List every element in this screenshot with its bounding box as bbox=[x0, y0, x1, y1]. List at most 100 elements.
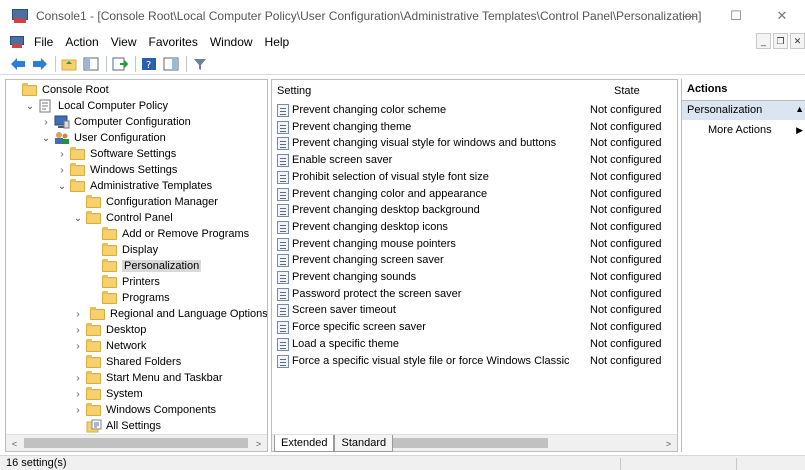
folder-icon bbox=[102, 259, 118, 273]
console-menu-icon[interactable] bbox=[10, 36, 24, 48]
menu-action[interactable]: Action bbox=[59, 35, 104, 49]
setting-state: Not configured bbox=[590, 287, 662, 300]
tree-item[interactable]: Add or Remove Programs bbox=[88, 226, 249, 242]
minimize-button[interactable]: — bbox=[667, 0, 713, 31]
setting-row[interactable]: Prevent changing visual style for window… bbox=[272, 136, 677, 152]
folder-icon bbox=[70, 179, 86, 193]
tree-scroll-thumb[interactable] bbox=[24, 438, 248, 448]
tree-item-label: Configuration Manager bbox=[106, 196, 218, 208]
show-action-pane-icon[interactable] bbox=[161, 55, 181, 73]
tree-item[interactable]: ⌄ User Configuration bbox=[40, 130, 166, 146]
export-list-icon[interactable] bbox=[110, 55, 130, 73]
expand-chevron-right-icon[interactable]: › bbox=[72, 404, 84, 416]
tree-item[interactable]: › System bbox=[72, 386, 143, 402]
tab-extended[interactable]: Extended bbox=[274, 435, 335, 452]
tree-item[interactable]: Configuration Manager bbox=[72, 194, 218, 210]
tree-item[interactable]: Display bbox=[88, 242, 158, 258]
tree-item[interactable]: ⌄ Control Panel bbox=[72, 210, 173, 226]
collapse-up-icon[interactable]: ▲ bbox=[795, 104, 804, 114]
mmc-app-icon bbox=[12, 8, 28, 23]
menu-file[interactable]: File bbox=[28, 35, 59, 49]
tree-item[interactable]: Personalization bbox=[88, 258, 202, 274]
menu-view[interactable]: View bbox=[105, 35, 143, 49]
setting-row[interactable]: Prevent changing sounds Not configured bbox=[272, 270, 677, 286]
column-header-setting[interactable]: Setting bbox=[277, 85, 311, 97]
setting-row[interactable]: Prevent changing theme Not configured bbox=[272, 120, 677, 136]
tree-item[interactable]: › Windows Settings bbox=[56, 162, 177, 178]
tree-item[interactable]: Shared Folders bbox=[72, 354, 181, 370]
menu-help[interactable]: Help bbox=[259, 35, 296, 49]
policy-setting-icon bbox=[277, 154, 289, 168]
tree-item[interactable]: › Software Settings bbox=[56, 146, 176, 162]
tree-horizontal-scrollbar[interactable]: < > bbox=[6, 434, 267, 451]
filter-icon[interactable] bbox=[190, 55, 210, 73]
tree-item[interactable]: Programs bbox=[88, 290, 170, 306]
menu-favorites[interactable]: Favorites bbox=[143, 35, 204, 49]
settings-list[interactable]: Setting State Prevent changing color sch… bbox=[271, 79, 678, 452]
setting-row[interactable]: Force specific screen saver Not configure… bbox=[272, 320, 677, 336]
tree-item[interactable]: ⌄ Local Computer Policy bbox=[24, 98, 168, 114]
toolbar-separator bbox=[186, 55, 187, 72]
setting-row[interactable]: Force a specific visual style file or fo… bbox=[272, 354, 677, 370]
scroll-right-icon[interactable]: > bbox=[250, 435, 267, 451]
setting-row[interactable]: Prevent changing screen saver Not configu… bbox=[272, 253, 677, 269]
expand-chevron-down-icon[interactable]: ⌄ bbox=[72, 212, 84, 224]
tree-item[interactable]: All Settings bbox=[72, 418, 161, 434]
expand-chevron-right-icon[interactable]: › bbox=[72, 372, 84, 384]
setting-name: Prevent changing mouse pointers bbox=[292, 237, 456, 250]
mdi-close-button[interactable]: ✕ bbox=[790, 33, 805, 49]
setting-row[interactable]: Prevent changing mouse pointers Not confi… bbox=[272, 237, 677, 253]
tree-item[interactable]: › Windows Components bbox=[72, 402, 216, 418]
setting-state: Not configured bbox=[590, 254, 662, 267]
expand-chevron-right-icon[interactable]: › bbox=[72, 324, 84, 336]
scroll-left-icon[interactable]: < bbox=[6, 435, 23, 451]
expand-chevron-down-icon[interactable]: ⌄ bbox=[24, 100, 36, 112]
actions-section-personalization[interactable]: Personalization ▲ bbox=[682, 101, 805, 120]
tree-item[interactable]: › Regional and Language Options bbox=[72, 306, 267, 322]
tree-item[interactable]: Printers bbox=[88, 274, 160, 290]
tab-standard[interactable]: Standard bbox=[334, 435, 394, 452]
actions-pane: Actions Personalization ▲ More Actions ▶ bbox=[681, 79, 805, 452]
expand-chevron-down-icon[interactable]: ⌄ bbox=[56, 180, 68, 192]
close-button[interactable]: ✕ bbox=[759, 0, 805, 31]
console-tree[interactable]: Console Root ⌄ Local Computer Policy › Compu… bbox=[5, 79, 268, 452]
tree-item[interactable]: › Network bbox=[72, 338, 146, 354]
mdi-restore-button[interactable]: ❐ bbox=[773, 33, 788, 49]
tree-item[interactable]: › Desktop bbox=[72, 322, 146, 338]
policy-setting-icon bbox=[277, 170, 289, 184]
expand-chevron-right-icon[interactable]: › bbox=[72, 388, 84, 400]
back-arrow-icon[interactable] bbox=[8, 55, 28, 73]
expand-chevron-right-icon[interactable]: › bbox=[72, 340, 84, 352]
setting-row[interactable]: Prevent changing color and appearance Not… bbox=[272, 187, 677, 203]
status-bar: 16 setting(s) bbox=[0, 455, 805, 470]
maximize-button[interactable]: ☐ bbox=[713, 0, 759, 31]
setting-row[interactable]: Enable screen saver Not configured bbox=[272, 153, 677, 169]
help-icon[interactable]: ? bbox=[139, 55, 159, 73]
users-icon bbox=[54, 131, 70, 145]
mdi-minimize-button[interactable]: _ bbox=[756, 33, 771, 49]
setting-row[interactable]: Prevent changing desktop background Not c… bbox=[272, 203, 677, 219]
setting-row[interactable]: Prevent changing desktop icons Not config… bbox=[272, 220, 677, 236]
show-hide-tree-icon[interactable] bbox=[81, 55, 101, 73]
setting-row[interactable]: Prohibit selection of visual style font … bbox=[272, 170, 677, 186]
tree-item[interactable]: Console Root bbox=[8, 82, 109, 98]
setting-row[interactable]: Screen saver timeout Not configured bbox=[272, 303, 677, 319]
folder-icon bbox=[70, 163, 86, 177]
expand-chevron-right-icon[interactable]: › bbox=[56, 148, 68, 160]
tree-item[interactable]: ⌄ Administrative Templates bbox=[56, 178, 212, 194]
up-folder-icon[interactable] bbox=[59, 55, 79, 73]
column-header-state[interactable]: State bbox=[614, 85, 640, 97]
expand-chevron-down-icon[interactable]: ⌄ bbox=[40, 132, 52, 144]
tree-item[interactable]: › Start Menu and Taskbar bbox=[72, 370, 223, 386]
expand-chevron-right-icon[interactable]: › bbox=[56, 164, 68, 176]
setting-row[interactable]: Password protect the screen saver Not con… bbox=[272, 287, 677, 303]
forward-arrow-icon[interactable] bbox=[30, 55, 50, 73]
menu-window[interactable]: Window bbox=[204, 35, 259, 49]
expand-chevron-right-icon[interactable]: › bbox=[72, 308, 84, 320]
more-actions-item[interactable]: More Actions bbox=[708, 124, 772, 136]
setting-row[interactable]: Prevent changing color scheme Not configu… bbox=[272, 103, 677, 119]
setting-row[interactable]: Load a specific theme Not configured bbox=[272, 337, 677, 353]
expand-chevron-right-icon[interactable]: › bbox=[40, 116, 52, 128]
tree-item[interactable]: › Computer Configuration bbox=[40, 114, 191, 130]
